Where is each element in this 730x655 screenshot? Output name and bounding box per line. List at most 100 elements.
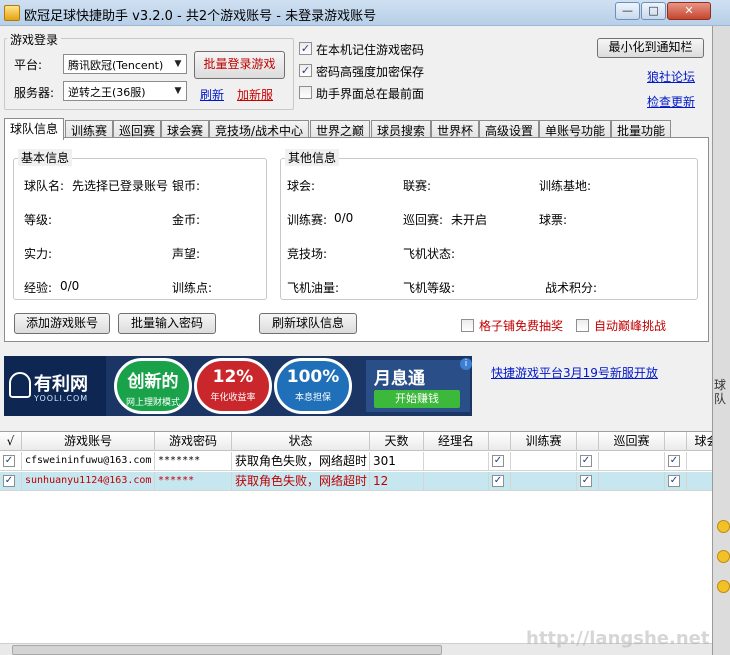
header-check[interactable]: √ [0, 432, 22, 451]
ad-logo-subtext: YOOLI.COM [34, 394, 89, 403]
tour-checkbox[interactable]: ✓ [580, 475, 592, 487]
background-window-label: 球队 [714, 378, 727, 406]
tab-team-info[interactable]: 球队信息 [4, 118, 65, 140]
ad-c1-big: 创新的 [127, 372, 179, 392]
level-label: 等级: [24, 213, 53, 227]
header-club[interactable]: 球会 [687, 432, 714, 451]
add-account-button[interactable]: 添加游戏账号 [14, 313, 110, 334]
announcement-link[interactable]: 快捷游戏平台3月19号新服开放 [491, 364, 658, 381]
exp-label: 经验: [24, 281, 53, 295]
maximize-button[interactable]: □ [641, 2, 666, 20]
club-checkbox[interactable]: ✓ [668, 475, 680, 487]
header-tour-check[interactable] [577, 432, 599, 451]
app-icon [4, 5, 20, 21]
header-status[interactable]: 状态 [232, 432, 370, 451]
platform-value: 腾讯欧冠(Tencent) [68, 59, 164, 72]
training-points-label: 训练点: [172, 281, 213, 295]
club-check-cell: ✓ [665, 452, 687, 471]
ad-c1-small: 网上理财模式 [125, 398, 180, 408]
watermark: http://langshe.net [526, 628, 710, 649]
check-update-link[interactable]: 检查更新 [647, 93, 695, 110]
always-on-top-label: 助手界面总在最前面 [316, 87, 425, 101]
minimize-button[interactable]: — [615, 2, 640, 20]
platform-select[interactable]: 腾讯欧冠(Tencent) ▼ [63, 54, 187, 74]
team-info-panel: 基本信息 球队名: 先选择已登录账号 银币: 等级: 金币: 实力: 声望: 经… [4, 137, 709, 342]
free-lottery-checkbox[interactable] [461, 319, 474, 332]
team-name-value: 先选择已登录账号 [72, 179, 169, 193]
ad-logo-icon [9, 372, 31, 398]
header-training-check[interactable] [489, 432, 511, 451]
title-bar: 欧冠足球快捷助手 v3.2.0 - 共2个游戏账号 - 未登录游戏账号 — □ … [0, 0, 730, 26]
ad-banner[interactable]: 有利网 YOOLI.COM 创新的 网上理财模式 12% 年化收益率 100% … [4, 356, 472, 416]
row-checkbox[interactable]: ✓ [3, 455, 15, 467]
header-tour[interactable]: 巡回赛 [599, 432, 665, 451]
header-password[interactable]: 游戏密码 [155, 432, 232, 451]
header-days[interactable]: 天数 [370, 432, 424, 451]
basic-info-title: 基本信息 [18, 149, 73, 166]
ad-c2-small: 年化收益率 [210, 393, 256, 403]
account-cell: sunhuanyu1124@163.com [22, 472, 155, 491]
ad-logo-text: 有利网 [34, 374, 88, 395]
row-checkbox[interactable]: ✓ [3, 475, 15, 487]
encrypt-password-label: 密码高强度加密保存 [316, 65, 425, 79]
tour-value: 未开启 [451, 213, 488, 227]
club-checkbox[interactable]: ✓ [668, 455, 680, 467]
tactic-points-label: 战术积分: [545, 281, 598, 295]
training-checkbox[interactable]: ✓ [492, 475, 504, 487]
ad-start-button[interactable]: 开始赚钱 [374, 390, 460, 408]
remember-password-checkbox[interactable]: ✓ [299, 42, 312, 55]
forum-link[interactable]: 狼社论坛 [647, 68, 695, 85]
header-account[interactable]: 游戏账号 [22, 432, 155, 451]
always-on-top-checkbox[interactable] [299, 86, 312, 99]
days-cell: 301 [370, 452, 424, 471]
table-header: √ 游戏账号 游戏密码 状态 天数 经理名 训练赛 巡回赛 球会 [0, 432, 714, 451]
header-training[interactable]: 训练赛 [511, 432, 577, 451]
ad-month-text: 月息通 [374, 369, 425, 389]
training-cell [511, 452, 577, 471]
tour-cell [599, 472, 665, 491]
ad-month-box: 月息通 开始赚钱 [366, 360, 470, 412]
chevron-down-icon: ▼ [174, 86, 182, 96]
table-row[interactable]: ✓ sunhuanyu1124@163.com ****** 获取角色失败，网络… [0, 472, 714, 491]
tour-check-cell: ✓ [577, 472, 599, 491]
row-check-cell: ✓ [0, 452, 22, 471]
smiley-icon [717, 550, 730, 563]
silver-label: 银币: [172, 179, 201, 193]
exp-value: 0/0 [60, 279, 80, 293]
smiley-icon [717, 580, 730, 593]
encrypt-password-checkbox[interactable]: ✓ [299, 64, 312, 77]
team-name-label: 球队名: [24, 179, 65, 193]
refresh-link[interactable]: 刷新 [200, 86, 224, 103]
info-icon[interactable]: i [460, 358, 472, 370]
ad-c3-small: 本息担保 [294, 393, 331, 403]
ad-circle-rate: 12% 年化收益率 [194, 358, 272, 414]
batch-login-button[interactable]: 批量登录游戏 [194, 51, 285, 79]
close-button[interactable]: ✕ [667, 2, 711, 20]
scrollbar-thumb[interactable] [12, 645, 442, 655]
batch-password-button[interactable]: 批量输入密码 [118, 313, 216, 334]
training-cell [511, 472, 577, 491]
tour-checkbox[interactable]: ✓ [580, 455, 592, 467]
training-base-label: 训练基地: [539, 179, 592, 193]
strength-label: 实力: [24, 247, 53, 261]
plane-status-label: 飞机状态: [403, 247, 456, 261]
header-manager[interactable]: 经理名 [424, 432, 489, 451]
minimize-to-tray-button[interactable]: 最小化到通知栏 [597, 38, 704, 58]
remember-password-label: 在本机记住游戏密码 [316, 43, 425, 57]
status-cell: 获取角色失败，网络超时 [232, 452, 370, 471]
refresh-team-button[interactable]: 刷新球队信息 [259, 313, 357, 334]
platform-label: 平台: [14, 58, 43, 72]
ad-logo: 有利网 YOOLI.COM [4, 356, 106, 416]
club-label: 球会: [287, 179, 316, 193]
ticket-label: 球票: [539, 213, 568, 227]
auto-peak-label: 自动巅峰挑战 [594, 319, 667, 333]
add-server-link[interactable]: 加新服 [237, 86, 273, 103]
training-checkbox[interactable]: ✓ [492, 455, 504, 467]
server-select[interactable]: 逆转之王(36服) ▼ [63, 81, 187, 101]
table-row[interactable]: ✓ cfsweininfuwu@163.com ******* 获取角色失败，网… [0, 452, 714, 471]
auto-peak-checkbox[interactable] [576, 319, 589, 332]
other-info-box [280, 158, 698, 300]
password-cell: ****** [155, 472, 232, 491]
ad-circle-guarantee: 100% 本息担保 [274, 358, 352, 414]
header-club-check[interactable] [665, 432, 687, 451]
